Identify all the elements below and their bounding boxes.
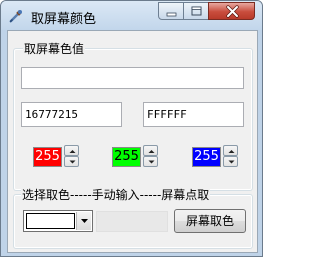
maximize-icon xyxy=(191,6,202,16)
chevron-up-icon xyxy=(148,150,155,153)
client-area: 取屏幕色值 16777215 FFFFFF 255 255 255 选择取色--… xyxy=(7,30,258,253)
green-spin-down-button[interactable] xyxy=(143,156,158,167)
blue-spinner[interactable] xyxy=(223,145,238,167)
dropdown-button[interactable] xyxy=(76,212,91,230)
red-spinner[interactable] xyxy=(64,145,79,167)
title-bar[interactable]: 取屏幕颜色 xyxy=(1,1,262,30)
red-spin-down-button[interactable] xyxy=(64,156,79,167)
chevron-down-icon xyxy=(228,160,235,164)
close-button[interactable] xyxy=(208,2,255,20)
decimal-value-field[interactable]: 16777215 xyxy=(21,102,122,127)
blue-spin-down-button[interactable] xyxy=(223,156,238,167)
window-title: 取屏幕颜色 xyxy=(31,12,97,27)
blue-spin-up-button[interactable] xyxy=(223,145,238,156)
minimize-icon xyxy=(166,12,177,17)
color-value-field[interactable] xyxy=(21,67,244,89)
chevron-down-icon xyxy=(81,219,88,223)
chevron-down-icon xyxy=(148,160,155,164)
chevron-up-icon xyxy=(69,150,76,153)
red-spin-up-button[interactable] xyxy=(64,145,79,156)
green-spinner[interactable] xyxy=(143,145,158,167)
green-spin-up-button[interactable] xyxy=(143,145,158,156)
app-window: 取屏幕颜色 取屏幕色值 16777215 FFFFFF 255 255 255 … xyxy=(0,0,263,257)
chevron-up-icon xyxy=(228,150,235,153)
eyedropper-icon xyxy=(8,8,24,24)
selected-color-swatch xyxy=(26,213,75,229)
screen-pick-button[interactable]: 屏幕取色 xyxy=(174,209,246,233)
blue-value-field[interactable]: 255 xyxy=(192,147,221,167)
maximize-button[interactable] xyxy=(183,2,209,20)
manual-input-field[interactable] xyxy=(96,211,168,232)
hex-value-field[interactable]: FFFFFF xyxy=(143,102,244,127)
close-icon xyxy=(226,5,239,18)
minimize-button[interactable] xyxy=(158,2,184,20)
pick-method-group-label: 选择取色-----手动输入-----屏幕点取 xyxy=(21,188,211,202)
green-value-field[interactable]: 255 xyxy=(112,147,141,167)
color-picker-dropdown[interactable] xyxy=(23,210,93,232)
red-value-field[interactable]: 255 xyxy=(33,147,62,167)
chevron-down-icon xyxy=(69,160,76,164)
screen-color-group-label: 取屏幕色值 xyxy=(23,42,86,56)
